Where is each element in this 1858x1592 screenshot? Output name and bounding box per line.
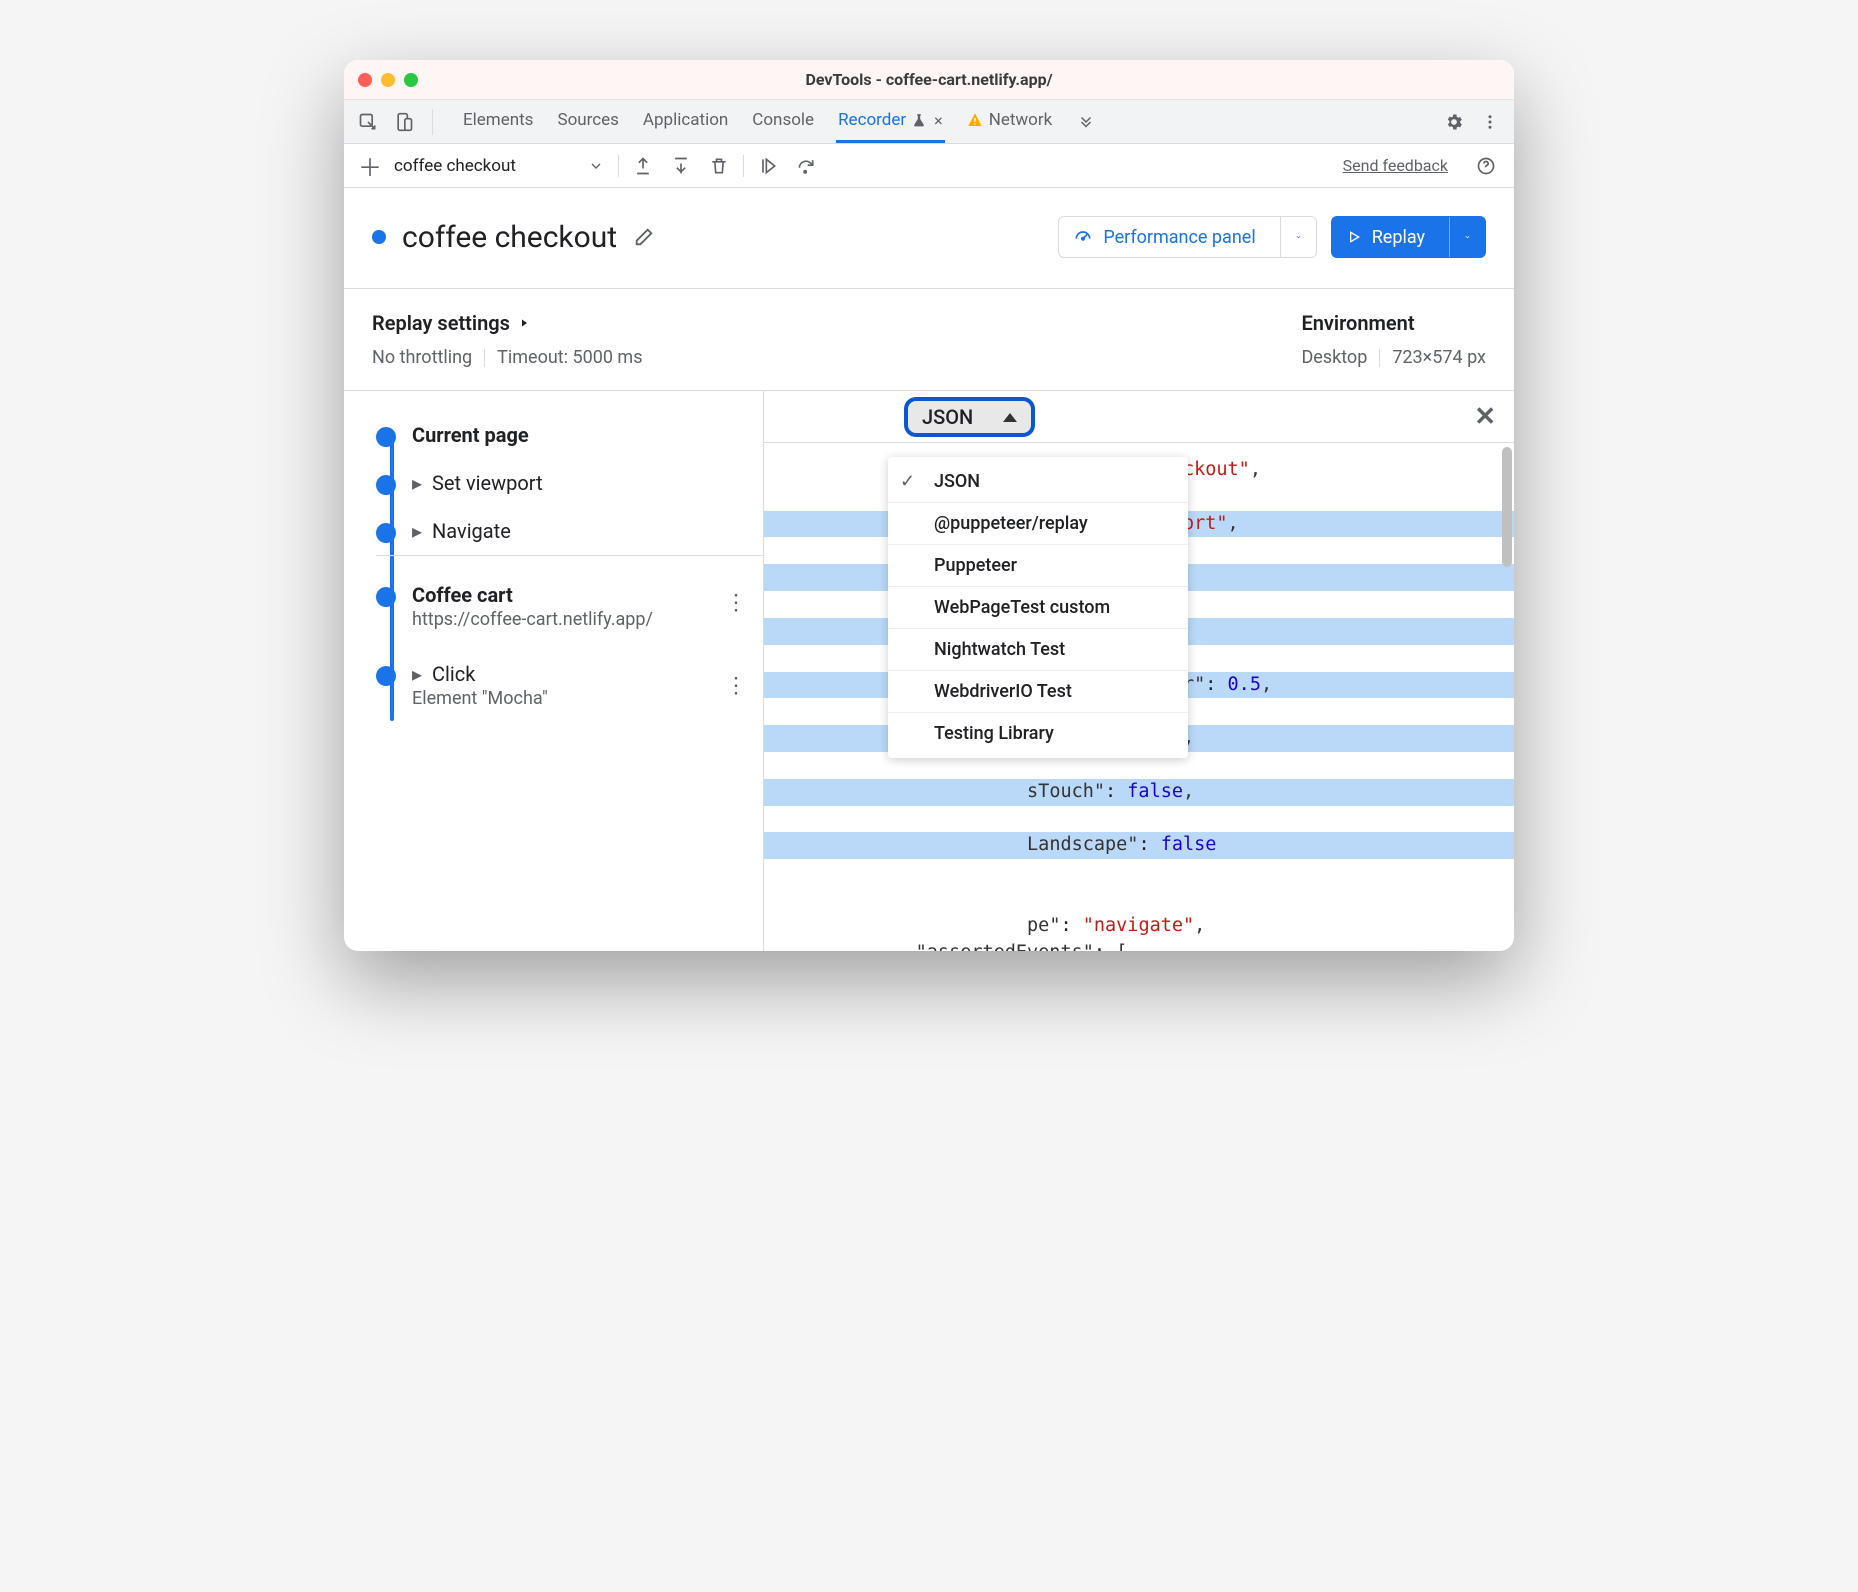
caret-right-icon <box>518 317 530 329</box>
step-current-page[interactable]: Current page <box>376 411 763 459</box>
warning-icon <box>967 112 983 128</box>
export-format-select[interactable]: JSON ✓ JSON @puppeteer/replay Puppeteer … <box>904 397 1035 437</box>
recording-picker-label: coffee checkout <box>394 156 516 176</box>
window-controls <box>344 73 418 87</box>
timeout-value: Timeout: 5000 ms <box>497 347 642 368</box>
gauge-icon <box>1073 227 1093 247</box>
divider <box>1379 349 1380 367</box>
performance-panel-button[interactable]: Performance panel <box>1058 216 1316 258</box>
caret-right-icon: ▸ <box>412 662 426 686</box>
step-kebab-icon[interactable]: ⋮ <box>725 673 749 698</box>
tab-elements[interactable]: Elements <box>461 100 535 143</box>
inspect-element-icon[interactable] <box>354 108 382 136</box>
recording-picker[interactable]: coffee checkout <box>394 156 604 176</box>
experiment-icon <box>912 112 926 128</box>
check-icon: ✓ <box>900 471 920 492</box>
chevron-down-icon <box>588 158 604 174</box>
recording-settings: Replay settings No throttling Timeout: 5… <box>344 289 1514 391</box>
divider <box>432 109 433 135</box>
step-set-viewport[interactable]: ▸Set viewport <box>376 459 763 507</box>
divider <box>743 155 744 177</box>
titlebar: DevTools - coffee-cart.netlify.app/ <box>344 60 1514 100</box>
timeline-node <box>376 523 396 543</box>
chevron-down-icon[interactable] <box>1280 217 1316 257</box>
code-toolbar: JSON ✓ JSON @puppeteer/replay Puppeteer … <box>764 391 1514 443</box>
performance-panel-label: Performance panel <box>1103 227 1255 248</box>
caret-right-icon: ▸ <box>412 471 426 495</box>
timeline-node <box>376 475 396 495</box>
import-icon[interactable] <box>671 156 691 176</box>
timeline-node <box>376 666 396 686</box>
panel-tabs: Elements Sources Application Console Rec… <box>461 100 1054 143</box>
window-title: DevTools - coffee-cart.netlify.app/ <box>344 70 1514 89</box>
tab-application[interactable]: Application <box>641 100 730 143</box>
play-icon <box>1346 229 1362 245</box>
environment-device: Desktop <box>1301 347 1367 368</box>
recording-indicator-icon <box>372 230 386 244</box>
continue-icon[interactable] <box>758 156 778 176</box>
replay-label: Replay <box>1372 227 1425 248</box>
edit-title-icon[interactable] <box>633 226 655 248</box>
steps-panel: Current page ▸Set viewport ▸Navigate Cof… <box>344 391 764 951</box>
device-toolbar-icon[interactable] <box>390 108 418 136</box>
format-option-json[interactable]: ✓ JSON <box>888 461 1188 503</box>
help-icon[interactable] <box>1472 152 1500 180</box>
export-icon[interactable] <box>633 156 653 176</box>
format-option-puppeteer[interactable]: Puppeteer <box>888 545 1188 587</box>
timeline-node <box>376 427 396 447</box>
environment-viewport: 723×574 px <box>1392 347 1486 368</box>
replay-settings-toggle[interactable]: Replay settings <box>372 311 643 335</box>
step-navigate[interactable]: ▸Navigate <box>376 507 763 555</box>
recording-body: Current page ▸Set viewport ▸Navigate Cof… <box>344 391 1514 951</box>
format-option-webpagetest[interactable]: WebPageTest custom <box>888 587 1188 629</box>
export-format-label: JSON <box>922 405 973 429</box>
format-option-webdriverio[interactable]: WebdriverIO Test <box>888 671 1188 713</box>
zoom-window-button[interactable] <box>404 73 418 87</box>
format-option-puppeteer-replay[interactable]: @puppeteer/replay <box>888 503 1188 545</box>
export-format-dropdown: ✓ JSON @puppeteer/replay Puppeteer WebPa… <box>888 457 1188 758</box>
devtools-window: DevTools - coffee-cart.netlify.app/ Elem… <box>344 60 1514 951</box>
send-feedback-link[interactable]: Send feedback <box>1343 156 1448 175</box>
tab-network[interactable]: Network <box>965 100 1055 143</box>
caret-right-icon: ▸ <box>412 519 426 543</box>
caret-up-icon <box>1003 413 1017 422</box>
throttling-value: No throttling <box>372 347 472 368</box>
minimize-window-button[interactable] <box>381 73 395 87</box>
step-kebab-icon[interactable]: ⋮ <box>725 590 749 615</box>
close-window-button[interactable] <box>358 73 372 87</box>
close-icon[interactable]: × <box>934 111 943 130</box>
divider <box>484 349 485 367</box>
kebab-menu-icon[interactable] <box>1476 108 1504 136</box>
add-recording-button[interactable]: ＋ <box>358 148 380 183</box>
timeline-node <box>376 587 396 607</box>
settings-gear-icon[interactable] <box>1440 108 1468 136</box>
more-tabs-icon[interactable] <box>1072 108 1100 136</box>
close-code-icon[interactable]: ✕ <box>1474 402 1496 432</box>
recorder-toolbar-icons <box>633 156 729 176</box>
devtools-tabstrip: Elements Sources Application Console Rec… <box>344 100 1514 144</box>
format-option-testing-library[interactable]: Testing Library <box>888 713 1188 754</box>
recording-title: coffee checkout <box>402 220 617 255</box>
step-over-icon[interactable] <box>796 156 816 176</box>
format-option-nightwatch[interactable]: Nightwatch Test <box>888 629 1188 671</box>
environment-heading: Environment <box>1301 311 1414 335</box>
chevron-down-icon[interactable] <box>1449 217 1485 257</box>
recording-header: coffee checkout Performance panel <box>344 188 1514 289</box>
step-coffee-cart-page[interactable]: Coffee cart https://coffee-cart.netlify.… <box>376 555 763 650</box>
step-click-mocha[interactable]: ▸Click Element "Mocha" ⋮ <box>376 650 763 721</box>
scrollbar-thumb[interactable] <box>1502 447 1512 567</box>
tab-console[interactable]: Console <box>750 100 816 143</box>
recorder-step-icons <box>758 156 816 176</box>
divider <box>376 555 763 556</box>
code-panel: JSON ✓ JSON @puppeteer/replay Puppeteer … <box>764 391 1514 951</box>
replay-button[interactable]: Replay <box>1331 216 1486 258</box>
tab-sources[interactable]: Sources <box>555 100 620 143</box>
delete-icon[interactable] <box>709 156 729 176</box>
tab-recorder[interactable]: Recorder × <box>836 100 945 143</box>
divider <box>618 155 619 177</box>
recorder-toolbar: ＋ coffee checkout Send feedback <box>344 144 1514 188</box>
